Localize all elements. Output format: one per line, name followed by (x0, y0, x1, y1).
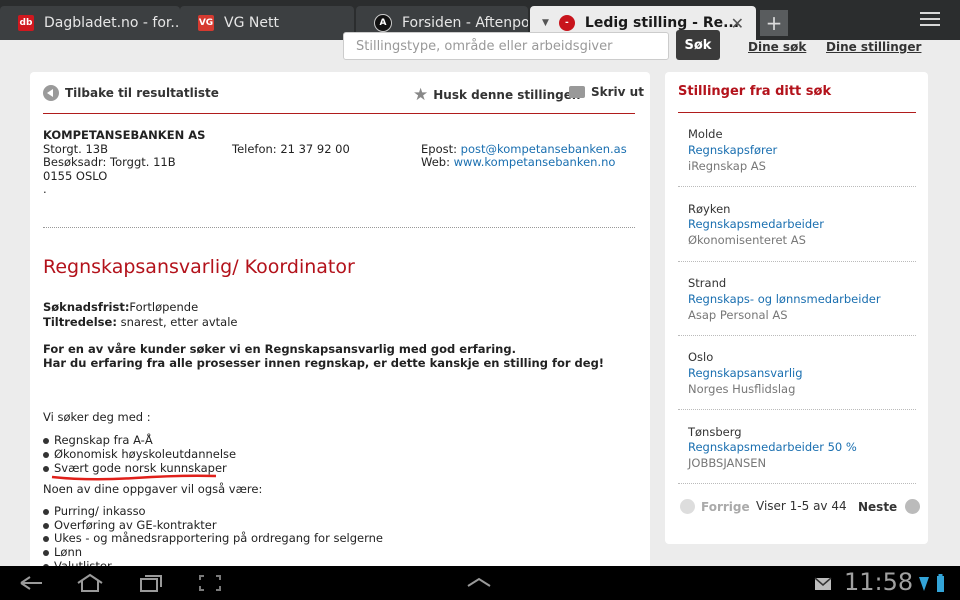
sidebar-item-link[interactable]: Regnskapsfører (688, 143, 777, 157)
sidebar-separator (678, 483, 916, 484)
start-row: Tiltredelse: snarest, etter avtale (43, 315, 238, 329)
sidebar-item-link[interactable]: Regnskapsmedarbeider (688, 217, 824, 231)
intro-line-1: For en av våre kunder søker vi en Regnsk… (43, 342, 516, 356)
prev-label: Forrige (701, 499, 750, 514)
tab-label: Dagbladet.no - for... (44, 15, 180, 31)
close-tab-icon[interactable]: ✕ (731, 14, 744, 33)
sidebar-item-company: Norges Husflidslag (688, 382, 796, 396)
new-tab-button[interactable]: + (760, 10, 788, 36)
company-visit-address: Besøksadr: Torggt. 11B (43, 155, 176, 169)
sidebar-item-place: Røyken (688, 202, 731, 216)
back-to-results-link[interactable]: Tilbake til resultatliste (43, 85, 219, 101)
task-item: Overføring av GE-kontrakter (43, 518, 217, 532)
tab-vg[interactable]: VG VG Nett (180, 6, 354, 40)
tab-dropdown-icon[interactable]: ▼ (542, 18, 549, 28)
sidebar-item-company: JOBBSJANSEN (688, 456, 767, 470)
requirement-item: Regnskap fra A-Å (43, 433, 153, 447)
task-item: Purring/ inkasso (43, 504, 146, 518)
back-arrow-icon (43, 85, 59, 101)
header-divider (43, 113, 635, 114)
aftenposten-favicon-icon: A (374, 14, 392, 32)
mail-notification-icon[interactable] (814, 577, 832, 591)
pagination-range: Viser 1-5 av 44 (756, 499, 847, 513)
intro-line-2: Har du erfaring fra alle prosesser innen… (43, 356, 605, 370)
next-label: Neste (858, 499, 898, 514)
start-value: snarest, etter avtale (116, 315, 238, 329)
search-button[interactable]: Søk (676, 30, 720, 60)
web-label: Web: (421, 155, 450, 169)
company-name: KOMPETANSEBANKEN AS (43, 128, 206, 142)
print-label: Skriv ut (591, 85, 644, 99)
remember-label: Husk denne stillingen (433, 88, 581, 102)
seeking-label: Vi søker deg med : (43, 410, 151, 424)
sidebar-item-link[interactable]: Regnskapsmedarbeider 50 % (688, 440, 857, 454)
company-email-row: Epost: post@kompetansebanken.as (421, 142, 627, 156)
sidebar-divider (678, 112, 916, 113)
dine-stillinger-link[interactable]: Dine stillinger (826, 40, 921, 54)
chevron-up-icon[interactable] (466, 576, 492, 588)
sidebar-item-place: Oslo (688, 350, 714, 364)
web-link[interactable]: www.kompetansebanken.no (454, 155, 616, 169)
sidebar-item-company: Asap Personal AS (688, 308, 788, 322)
sidebar-separator (678, 409, 916, 410)
deadline-row: Søknadsfrist:Fortløpende (43, 300, 198, 314)
status-clock: 11:58 (844, 568, 914, 596)
company-phone: Telefon: 21 37 92 00 (232, 142, 350, 156)
sidebar-item-place: Molde (688, 127, 723, 141)
tab-label: VG Nett (224, 15, 279, 31)
tasks-label: Noen av dine oppgaver vil også være: (43, 482, 263, 496)
finn-favicon-icon: - (558, 15, 575, 31)
tab-label: Forsiden - Aftenpo... (402, 15, 528, 31)
prev-arrow-icon (680, 499, 695, 514)
company-postal: 0155 OSLO (43, 169, 108, 183)
sidebar-item-company: iRegnskap AS (688, 159, 766, 173)
search-input[interactable]: Stillingstype, område eller arbeidsgiver (343, 32, 669, 60)
printer-icon (569, 86, 585, 98)
company-address-extra: . (43, 182, 47, 196)
task-item: Ukes - og månedsrapportering på ordregan… (43, 531, 383, 545)
home-nav-icon[interactable] (75, 573, 105, 593)
back-nav-icon[interactable] (18, 574, 44, 592)
sidebar-item-link[interactable]: Regnskaps- og lønnsmedarbeider (688, 292, 881, 306)
vg-favicon-icon: VG (198, 15, 214, 31)
sidebar-item-place: Tønsberg (688, 425, 742, 439)
sidebar-item-link[interactable]: Regnskapsansvarlig (688, 366, 803, 380)
sidebar-separator (678, 186, 916, 187)
email-link[interactable]: post@kompetansebanken.as (461, 142, 627, 156)
next-arrow-icon (905, 499, 921, 514)
company-address: Storgt. 13B (43, 142, 109, 156)
tab-label: Ledig stilling - Re... (584, 15, 740, 31)
remember-job-button[interactable]: ★ Husk denne stillingen (413, 85, 580, 105)
sidebar-separator (678, 261, 916, 262)
back-label: Tilbake til resultatliste (65, 86, 219, 100)
start-label: Tiltredelse: (43, 315, 117, 329)
print-button[interactable]: Skriv ut (569, 85, 644, 99)
wifi-icon (919, 577, 929, 591)
prev-page-button[interactable]: Forrige (680, 499, 750, 514)
star-icon: ★ (413, 85, 429, 105)
screenshot-icon[interactable] (198, 574, 222, 592)
requirement-item: Økonomisk høyskoleutdannelse (43, 447, 236, 461)
task-item: Lønn (43, 545, 82, 559)
spellcheck-underline (51, 474, 217, 481)
dagbladet-favicon-icon: db (18, 15, 34, 31)
menu-icon[interactable] (920, 12, 940, 30)
company-web-row: Web: www.kompetansebanken.no (421, 155, 615, 169)
battery-icon (937, 574, 944, 592)
deadline-label: Søknadsfrist: (43, 300, 130, 314)
sidebar-item-company: Økonomisenteret AS (688, 233, 806, 247)
sidebar-separator (678, 335, 916, 336)
dine-sok-link[interactable]: Dine søk (748, 40, 806, 54)
sidebar-title: Stillinger fra ditt søk (678, 84, 832, 99)
section-divider (43, 227, 635, 228)
tab-dagbladet[interactable]: db Dagbladet.no - for... (0, 6, 180, 40)
next-page-button[interactable]: Neste (858, 499, 921, 514)
recent-apps-icon[interactable] (138, 573, 164, 593)
deadline-value: Fortløpende (129, 300, 199, 314)
job-title: Regnskapsansvarlig/ Koordinator (43, 256, 355, 278)
email-label: Epost: (421, 142, 457, 156)
sidebar-item-place: Strand (688, 276, 727, 290)
